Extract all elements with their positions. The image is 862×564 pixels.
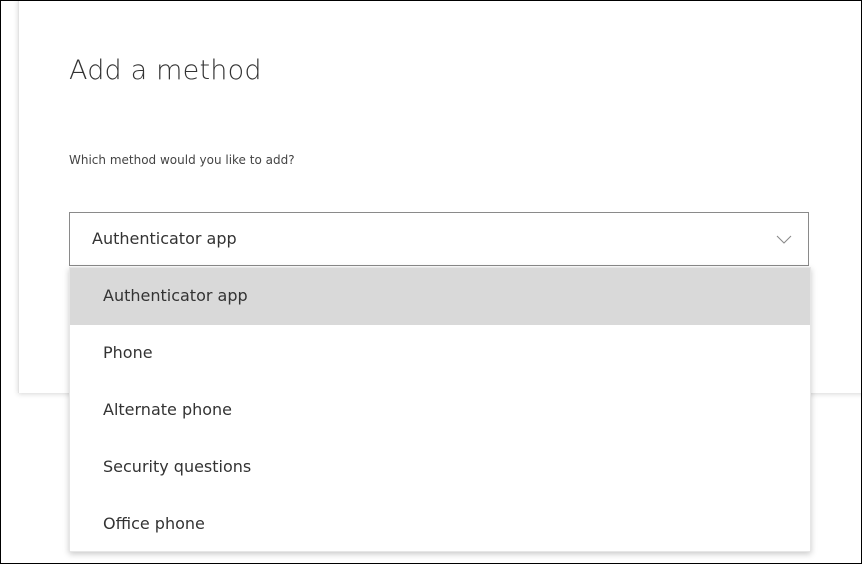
method-question-label: Which method would you like to add? [69, 153, 295, 167]
method-option-security-questions[interactable]: Security questions [70, 439, 810, 496]
method-option-alternate-phone[interactable]: Alternate phone [70, 382, 810, 439]
dialog-title: Add a method [69, 55, 262, 86]
method-option-office-phone[interactable]: Office phone [70, 496, 810, 553]
method-dropdown-list: Authenticator app Phone Alternate phone … [69, 267, 811, 552]
method-option-label: Alternate phone [103, 400, 233, 419]
method-option-label: Authenticator app [103, 286, 248, 305]
method-select-value: Authenticator app [92, 229, 237, 248]
method-option-phone[interactable]: Phone [70, 325, 810, 382]
screenshot-frame: Add a method Which method would you like… [0, 0, 862, 564]
method-option-label: Office phone [103, 514, 205, 533]
method-option-authenticator-app[interactable]: Authenticator app [70, 268, 810, 325]
method-option-label: Security questions [103, 457, 252, 476]
chevron-down-icon [776, 235, 792, 244]
method-option-label: Phone [103, 343, 153, 362]
method-select[interactable]: Authenticator app [69, 212, 809, 266]
